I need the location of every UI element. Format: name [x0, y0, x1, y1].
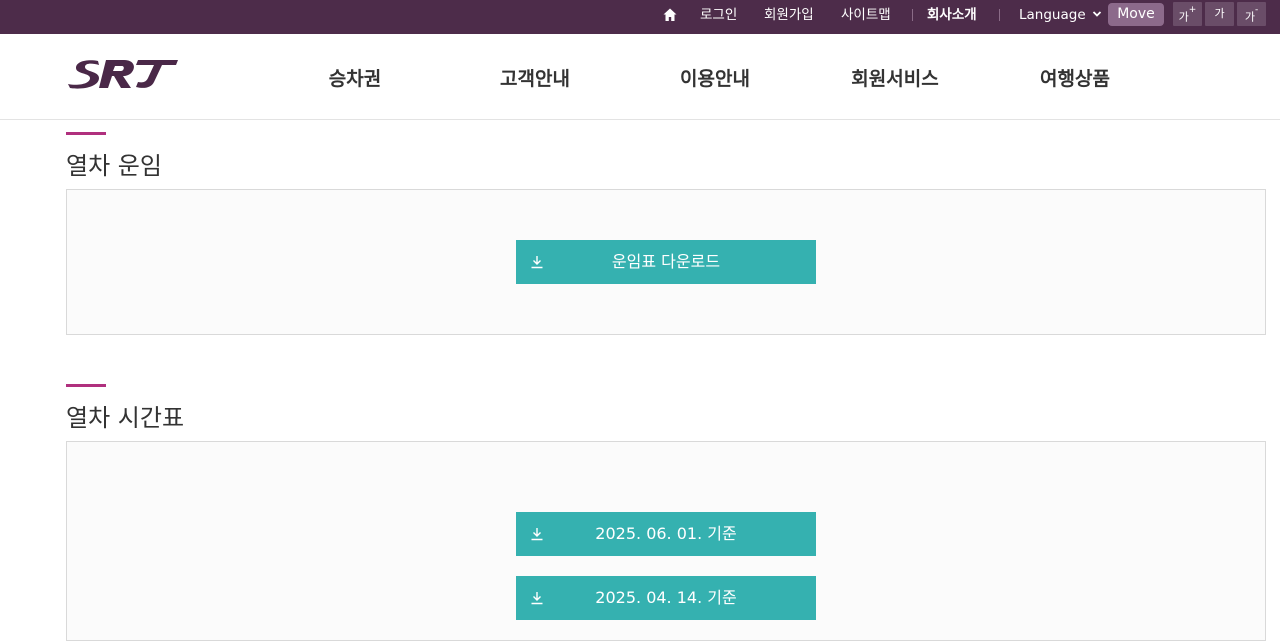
- home-icon[interactable]: [662, 7, 678, 23]
- timetable-download-button[interactable]: 2025. 04. 14. 기준: [516, 576, 816, 620]
- login-link[interactable]: 로그인: [700, 0, 737, 34]
- company-link[interactable]: 회사소개: [927, 0, 977, 34]
- divider: [999, 9, 1000, 21]
- sitemap-link[interactable]: 사이트맵: [841, 0, 891, 34]
- section-accent-bar: [66, 384, 106, 387]
- font-smaller-label: 가: [1244, 10, 1255, 24]
- download-label: 운임표 다운로드: [611, 252, 721, 271]
- top-utility-bar: 로그인 회원가입 사이트맵 회사소개 Language Move 가+ 가 가-: [0, 0, 1280, 34]
- srt-logo[interactable]: [66, 57, 180, 91]
- nav-tickets[interactable]: 승차권: [329, 64, 381, 91]
- divider: [912, 9, 913, 21]
- download-label: 2025. 06. 01. 기준: [595, 524, 737, 543]
- nav-travel-products[interactable]: 여행상품: [1040, 64, 1110, 91]
- move-button[interactable]: Move: [1108, 3, 1164, 26]
- font-larger-button[interactable]: 가+: [1173, 2, 1202, 26]
- font-larger-label: 가: [1178, 10, 1189, 24]
- font-smaller-sign: -: [1254, 5, 1259, 15]
- font-smaller-button[interactable]: 가-: [1237, 2, 1266, 26]
- download-icon: [531, 592, 543, 605]
- download-icon: [531, 256, 543, 269]
- language-select[interactable]: Language: [1019, 0, 1102, 34]
- section-title-fare: 열차 운임: [66, 152, 162, 180]
- section-accent-bar: [66, 132, 106, 135]
- font-larger-sign: +: [1188, 5, 1197, 15]
- signup-link[interactable]: 회원가입: [764, 0, 814, 34]
- language-label: Language: [1019, 7, 1086, 23]
- nav-customer-guide[interactable]: 고객안내: [500, 64, 570, 91]
- section-title-timetable: 열차 시간표: [66, 404, 185, 432]
- download-label: 2025. 04. 14. 기준: [595, 588, 737, 607]
- font-default-button[interactable]: 가: [1205, 2, 1234, 26]
- fare-table-download-button[interactable]: 운임표 다운로드: [516, 240, 816, 284]
- timetable-download-button[interactable]: 2025. 06. 01. 기준: [516, 512, 816, 556]
- chevron-down-icon: [1092, 11, 1102, 17]
- main-header: 승차권 고객안내 이용안내 회원서비스 여행상품: [0, 34, 1280, 120]
- nav-usage-guide[interactable]: 이용안내: [680, 64, 750, 91]
- nav-member-services[interactable]: 회원서비스: [851, 64, 938, 91]
- download-icon: [531, 528, 543, 541]
